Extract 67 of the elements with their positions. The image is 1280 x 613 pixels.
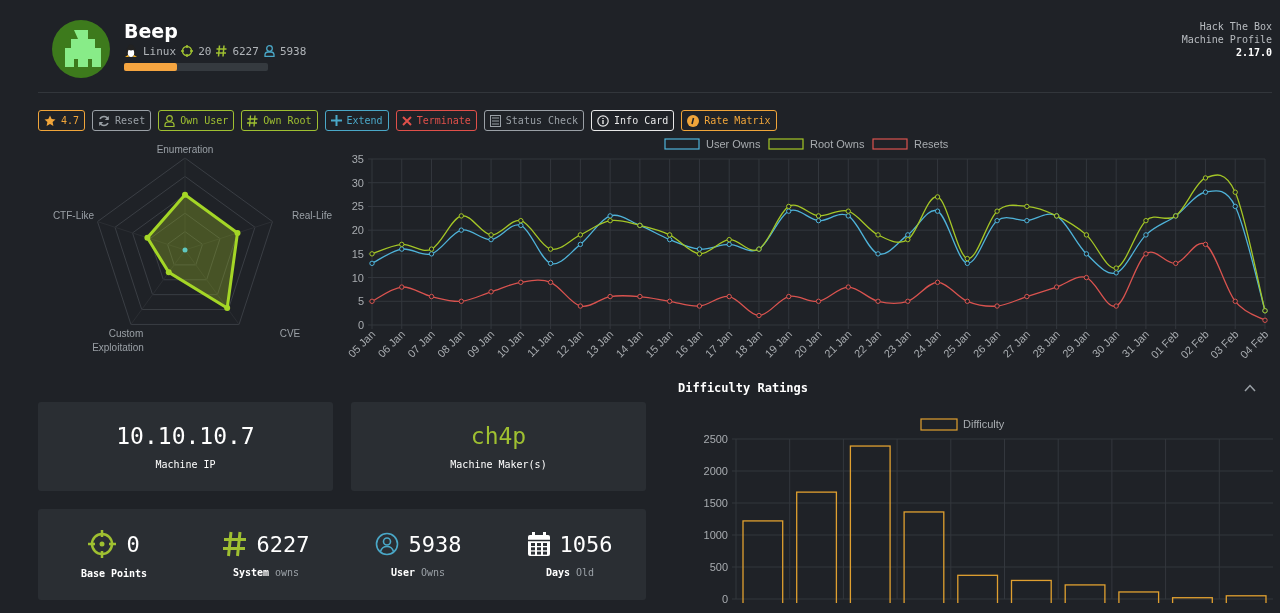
stat-value: 6227 — [256, 531, 310, 557]
x-axis-label: 07 Jan — [405, 327, 437, 360]
y-axis-label: 15 — [351, 247, 364, 260]
legend-label: Resets — [914, 138, 949, 150]
machine-name: Beep — [124, 20, 179, 42]
x-axis-label: 30 Jan — [1089, 327, 1122, 360]
ip-address: 10.10.10.7 — [116, 423, 255, 449]
x-axis-label: 04 Feb — [1237, 327, 1271, 361]
x-axis-label: 27 Jan — [1000, 327, 1033, 360]
x-axis-label: 11 Jan — [524, 327, 556, 360]
x-axis-label: 22 Jan — [851, 327, 884, 360]
y-axis-label: 1000 — [703, 529, 728, 541]
x-axis-label: 14 Jan — [613, 327, 646, 360]
x-axis-label: 25 Jan — [940, 327, 973, 360]
stat-label: System owns — [232, 567, 300, 578]
y-axis-label: 500 — [709, 561, 728, 573]
stat-label: User Owns — [390, 566, 446, 578]
x-axis-label: 16 Jan — [673, 327, 705, 360]
radar-axis-label: Enumeration — [156, 144, 214, 155]
radar-axis-label: CTF-Like — [52, 210, 94, 221]
y-axis-label: 0 — [357, 319, 364, 331]
x-axis-label: 23 Jan — [881, 327, 914, 360]
x-axis-label: 13 Jan — [583, 327, 616, 360]
legend-label: Difficulty — [963, 418, 1005, 430]
x-axis-label: 15 Jan — [643, 327, 676, 360]
section-title: Difficulty Ratings — [678, 381, 809, 395]
brand-subtitle: Machine Profile — [1181, 33, 1272, 46]
stat-label: Base Points — [80, 568, 148, 579]
card-label: Machine Maker(s) — [450, 459, 547, 470]
stat-value: 5938 — [408, 531, 462, 557]
brand-name: Hack The Box — [1199, 20, 1272, 33]
x-axis-label: 20 Jan — [792, 327, 824, 360]
radar-axis-label: CVE — [279, 328, 301, 339]
points-count: 20 — [198, 44, 212, 58]
legend-label: Root Owns — [810, 138, 865, 150]
x-axis-label: 06 Jan — [375, 327, 408, 360]
y-axis-label: 5 — [357, 295, 364, 308]
os-label: Linux — [143, 44, 177, 58]
stat-value: 0 — [126, 531, 140, 557]
x-axis-label: 09 Jan — [464, 327, 497, 360]
x-axis-label: 08 Jan — [434, 327, 467, 360]
x-axis-label: 17 Jan — [702, 327, 735, 360]
user-owns-count: 5938 — [279, 44, 307, 58]
x-axis-label: 10 Jan — [494, 327, 527, 360]
y-axis-label: 0 — [721, 593, 728, 603]
y-axis-label: 25 — [351, 200, 364, 213]
radar-axis-label: Custom Exploitation — [92, 328, 144, 353]
y-axis-label: 30 — [351, 176, 364, 189]
stat-value: 1056 — [559, 531, 613, 557]
x-axis-label: 21 Jan — [821, 327, 854, 360]
x-axis-label: 26 Jan — [970, 327, 1003, 360]
y-axis-label: 10 — [351, 271, 364, 284]
x-axis-label: 18 Jan — [732, 327, 765, 360]
stat-label: Days Old — [545, 566, 595, 578]
radar-axis-label: Real-Life — [292, 210, 333, 221]
legend-label: User Owns — [706, 138, 761, 150]
card-label: Machine IP — [155, 459, 216, 470]
version-label: 2.17.0 — [1235, 46, 1272, 59]
y-axis-label: 2500 — [703, 433, 728, 445]
y-axis-label: 20 — [351, 224, 364, 237]
system-owns-count: 6227 — [232, 44, 259, 58]
y-axis-label: 35 — [351, 153, 364, 165]
x-axis-label: 24 Jan — [911, 327, 943, 360]
x-axis-label: 12 Jan — [553, 327, 586, 360]
y-axis-label: 2000 — [703, 465, 728, 477]
y-axis-label: 1500 — [703, 497, 728, 509]
x-axis-label: 19 Jan — [762, 327, 795, 360]
